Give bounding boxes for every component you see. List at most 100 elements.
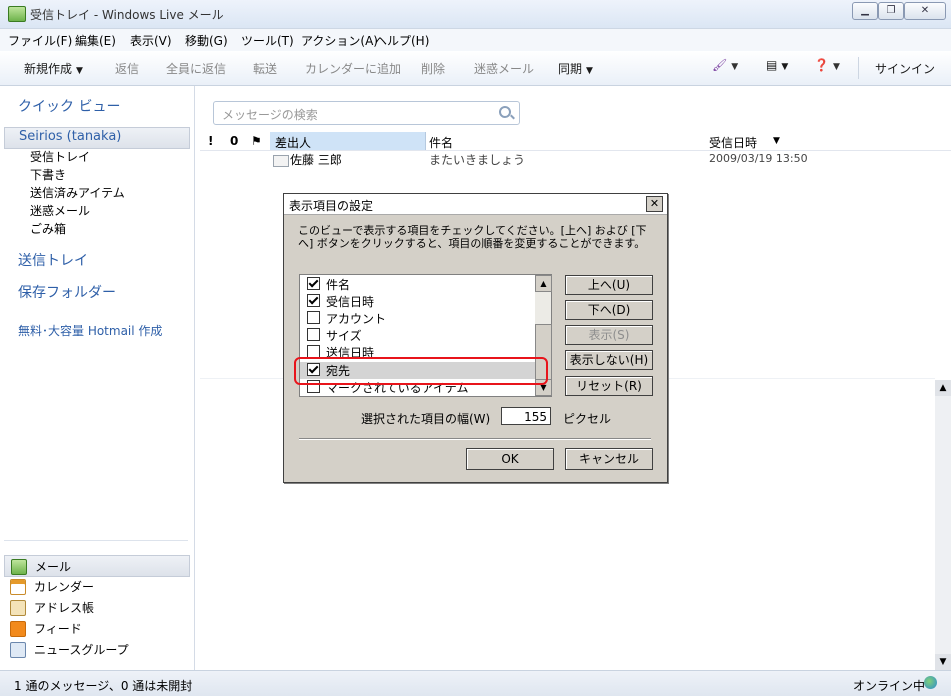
column-item[interactable]: サイズ xyxy=(307,327,362,344)
column-item[interactable]: 受信日時 xyxy=(307,293,374,310)
cancel-button[interactable]: キャンセル xyxy=(565,448,653,470)
layout-icon[interactable]: ▤ ▼ xyxy=(766,58,788,72)
column-item[interactable]: アカウント xyxy=(307,310,386,327)
close-button[interactable]: ✕ xyxy=(904,2,946,20)
preview-scrollbar[interactable]: ▲ ▼ xyxy=(935,380,951,670)
outbox-folder[interactable]: 送信トレイ xyxy=(18,250,88,270)
menu-view[interactable]: 表示(V) xyxy=(130,32,172,49)
show-button[interactable]: 表示(S) xyxy=(565,325,653,345)
status-message: 1 通のメッセージ、0 通は未開封 xyxy=(14,679,193,693)
subject-column[interactable]: 件名 xyxy=(429,134,453,151)
newsgroup-icon xyxy=(10,642,26,658)
online-status: オンライン中 xyxy=(853,679,926,693)
menu-tools[interactable]: ツール(T) xyxy=(241,32,294,49)
scroll-up-icon[interactable]: ▲ xyxy=(935,380,951,396)
envelope-icon xyxy=(273,155,289,167)
width-field[interactable]: 155 xyxy=(501,407,551,425)
checkbox[interactable] xyxy=(307,277,320,290)
column-item[interactable]: 件名 xyxy=(307,276,350,293)
dialog-title: 表示項目の設定 xyxy=(289,199,374,213)
toolbar: 新規作成 ▼ 返信 全員に返信 転送 カレンダーに追加 削除 迷惑メール 同期 ▼ … xyxy=(0,51,951,86)
move-up-button[interactable]: 上へ(U) xyxy=(565,275,653,295)
from-column[interactable]: 差出人 xyxy=(275,134,311,151)
brush-icon[interactable]: 🖌 ▼ xyxy=(712,58,738,72)
importance-column[interactable]: ! xyxy=(208,134,213,148)
status-bar: 1 通のメッセージ、0 通は未開封 オンライン中 xyxy=(0,670,951,696)
flag-column[interactable]: ⚑ xyxy=(251,134,262,148)
reset-button[interactable]: リセット(R) xyxy=(565,376,653,396)
menu-file[interactable]: ファイル(F) xyxy=(8,32,72,49)
reply-all-button[interactable]: 全員に返信 xyxy=(166,60,226,77)
hide-button[interactable]: 表示しない(H) xyxy=(565,350,653,370)
mail-icon xyxy=(11,559,27,575)
row-received[interactable]: 2009/03/19 13:50 xyxy=(709,152,808,165)
dialog-close-icon[interactable]: ✕ xyxy=(646,196,663,212)
nav-calendar[interactable]: カレンダー xyxy=(4,576,188,596)
row-subject[interactable]: またいきましょう xyxy=(429,151,525,168)
pixel-label: ピクセル xyxy=(563,412,612,426)
folder-junk[interactable]: 迷惑メール xyxy=(30,202,90,219)
dialog-description: このビューで表示する項目をチェックしてください。[上へ] および [下へ] ボタ… xyxy=(298,224,647,250)
minimize-button[interactable]: ▁ xyxy=(852,2,878,20)
search-input[interactable]: メッセージの検索 xyxy=(222,106,318,123)
title-bar: 受信トレイ - Windows Live メール ▁ ❐ ✕ xyxy=(0,0,951,28)
folder-sent[interactable]: 送信済みアイテム xyxy=(30,184,125,201)
search-box[interactable]: メッセージの検索 xyxy=(213,101,520,125)
globe-icon xyxy=(924,676,937,689)
quick-views-header[interactable]: クイック ビュー xyxy=(18,96,120,116)
checkbox[interactable] xyxy=(307,328,320,341)
reply-button[interactable]: 返信 xyxy=(115,60,139,77)
help-icon[interactable]: ❓ ▼ xyxy=(814,58,840,72)
calendar-icon xyxy=(10,579,26,595)
folder-drafts[interactable]: 下書き xyxy=(30,166,66,183)
ok-button[interactable]: OK xyxy=(466,448,554,470)
delete-button[interactable]: 削除 xyxy=(421,60,445,77)
sync-button[interactable]: 同期 ▼ xyxy=(558,60,593,77)
nav-contacts[interactable]: アドレス帳 xyxy=(4,597,188,617)
menu-help[interactable]: ヘルプ(H) xyxy=(375,32,429,49)
message-list-header: ! 0 ⚑ 差出人 件名 受信日時 ▼ xyxy=(200,132,951,151)
menu-actions[interactable]: アクション(A) xyxy=(301,32,378,49)
nav-separator xyxy=(4,540,188,541)
junk-button[interactable]: 迷惑メール xyxy=(474,60,534,77)
forward-button[interactable]: 転送 xyxy=(253,60,277,77)
menu-edit[interactable]: 編集(E) xyxy=(75,32,116,49)
width-label: 選択された項目の幅(W) xyxy=(361,412,491,426)
storage-folders[interactable]: 保存フォルダー xyxy=(18,282,116,302)
annotation-highlight xyxy=(294,357,548,385)
folder-pane: クイック ビュー Seirios (tanaka) 受信トレイ 下書き 送信済み… xyxy=(0,86,195,670)
nav-feeds[interactable]: フィード xyxy=(4,618,188,638)
hotmail-link[interactable]: 無料･大容量 Hotmail 作成 xyxy=(18,322,162,339)
column-settings-dialog: 表示項目の設定 ✕ このビューで表示する項目をチェックしてください。[上へ] お… xyxy=(283,193,668,483)
received-column[interactable]: 受信日時 xyxy=(709,134,757,151)
rss-icon xyxy=(10,621,26,637)
column-item-label: 件名 xyxy=(326,278,351,292)
chevron-down-icon: ▼ xyxy=(586,66,593,76)
column-item-label: 受信日時 xyxy=(326,295,375,309)
new-button[interactable]: 新規作成 ▼ xyxy=(24,60,83,77)
chevron-down-icon: ▼ xyxy=(76,66,83,76)
account-header[interactable]: Seirios (tanaka) xyxy=(4,127,190,149)
row-from[interactable]: 佐藤 三郎 xyxy=(290,151,342,168)
sign-in-button[interactable]: サインイン xyxy=(875,60,935,77)
move-down-button[interactable]: 下へ(D) xyxy=(565,300,653,320)
account-name: Seirios (tanaka) xyxy=(19,129,122,144)
checkbox[interactable] xyxy=(307,311,320,324)
window-title: 受信トレイ - Windows Live メール xyxy=(30,8,224,22)
checkbox[interactable] xyxy=(307,294,320,307)
menu-go[interactable]: 移動(G) xyxy=(185,32,228,49)
nav-mail[interactable]: メール xyxy=(4,555,190,577)
folder-inbox[interactable]: 受信トレイ xyxy=(30,148,90,165)
nav-contacts-label: アドレス帳 xyxy=(34,601,95,615)
maximize-button[interactable]: ❐ xyxy=(878,2,904,20)
scroll-up-icon[interactable]: ▲ xyxy=(535,275,552,292)
nav-newsgroups[interactable]: ニュースグループ xyxy=(4,639,188,659)
menu-bar: ファイル(F) 編集(E) 表示(V) 移動(G) ツール(T) アクション(A… xyxy=(0,28,951,52)
scroll-down-icon[interactable]: ▼ xyxy=(935,654,951,670)
search-icon[interactable] xyxy=(499,106,511,118)
attachment-column[interactable]: 0 xyxy=(230,134,238,148)
dialog-title-bar: 表示項目の設定 ✕ xyxy=(284,194,667,215)
address-book-icon xyxy=(10,600,26,616)
folder-trash[interactable]: ごみ箱 xyxy=(30,220,66,237)
add-calendar-button[interactable]: カレンダーに追加 xyxy=(305,60,401,77)
